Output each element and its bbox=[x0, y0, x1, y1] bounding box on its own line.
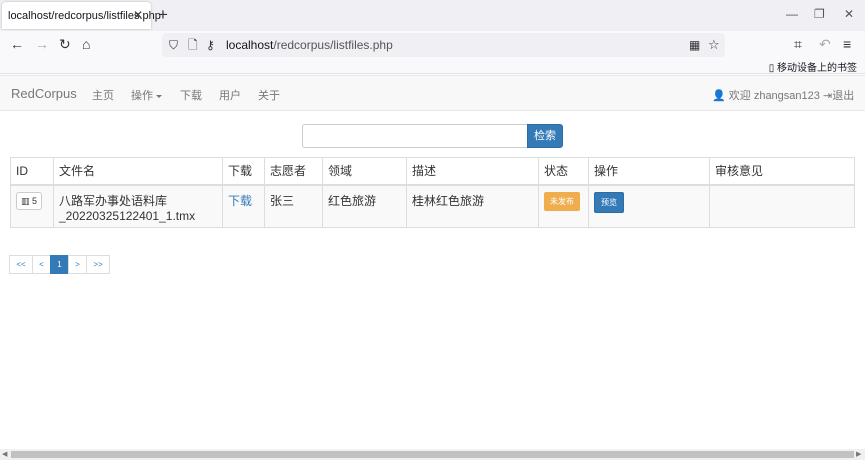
file-icon: ▥ bbox=[21, 195, 30, 206]
undo-icon[interactable]: ↶ bbox=[819, 35, 831, 53]
scrollbar-thumb[interactable] bbox=[11, 451, 854, 458]
search-button[interactable]: 检索 bbox=[527, 124, 563, 148]
site-navbar: RedCorpus 主页 操作 下载 用户 关于 👤 欢迎 zhangsan12… bbox=[0, 75, 865, 111]
preview-button[interactable]: 预览 bbox=[594, 191, 624, 213]
filename-line2: _20220325122401_1.tmx bbox=[59, 208, 196, 223]
crop-screenshot-icon[interactable]: ⌗ bbox=[794, 35, 802, 53]
restore-icon[interactable]: ❐ bbox=[814, 7, 825, 21]
page-prev[interactable]: < bbox=[32, 255, 51, 274]
url-text: localhost/redcorpus/listfiles.php bbox=[226, 38, 393, 52]
status-badge: 未发布 bbox=[544, 191, 580, 211]
scroll-right-arrow-icon[interactable]: ▶ bbox=[856, 449, 861, 460]
page-1[interactable]: 1 bbox=[50, 255, 69, 274]
browser-tab-bar: localhost/redcorpus/listfiles.php ✕ + — … bbox=[0, 0, 865, 31]
table-row: ▥ 5 八路军办事处语料库 _20220325122401_1.tmx 下载 张… bbox=[10, 184, 855, 228]
key-icon[interactable]: ⚷ bbox=[206, 36, 215, 54]
mobile-bookmarks[interactable]: ▯ 移动设备上的书签 bbox=[769, 59, 857, 74]
close-tab-icon[interactable]: ✕ bbox=[133, 8, 143, 22]
new-tab-plus-icon[interactable]: + bbox=[158, 5, 168, 25]
pagination: << < 1 > >> bbox=[9, 255, 110, 274]
scroll-left-arrow-icon[interactable]: ◀ bbox=[2, 449, 7, 460]
caret-down-icon bbox=[156, 94, 162, 98]
cell-description: 桂林红色旅游 bbox=[406, 184, 539, 228]
cell-status: 未发布 bbox=[538, 184, 589, 228]
header-status: 状态 bbox=[538, 157, 589, 186]
download-link[interactable]: 下载 bbox=[228, 194, 252, 208]
page-icon: 🗋 bbox=[188, 38, 198, 52]
nav-about[interactable]: 关于 bbox=[258, 87, 280, 103]
minimize-icon[interactable]: — bbox=[786, 7, 798, 21]
cell-download: 下载 bbox=[222, 184, 265, 228]
search-input[interactable] bbox=[302, 124, 528, 148]
page-last[interactable]: >> bbox=[86, 255, 110, 274]
header-id: ID bbox=[10, 157, 54, 186]
cell-domain: 红色旅游 bbox=[322, 184, 407, 228]
id-button[interactable]: ▥ 5 bbox=[16, 191, 43, 210]
browser-toolbar: ← → ↻ ⌂ ⛉ 🗋 ⚷ localhost/redcorpus/listfi… bbox=[0, 31, 865, 58]
cell-filename: 八路军办事处语料库 _20220325122401_1.tmx bbox=[53, 184, 223, 228]
cell-review bbox=[709, 184, 855, 228]
nav-operations-dropdown[interactable]: 操作 bbox=[131, 87, 162, 103]
cell-action: 预览 bbox=[588, 184, 710, 228]
horizontal-scrollbar[interactable]: ◀ ▶ bbox=[0, 449, 865, 460]
home-icon[interactable]: ⌂ bbox=[82, 35, 90, 53]
filename-line1: 八路军办事处语料库 bbox=[59, 193, 168, 208]
bookmarks-bar: ▯ 移动设备上的书签 bbox=[0, 58, 865, 74]
header-description: 描述 bbox=[406, 157, 539, 186]
shield-icon[interactable]: ⛉ bbox=[169, 36, 178, 54]
table-header-row: ID 文件名 下载 志愿者 领域 描述 状态 操作 审核意见 bbox=[10, 157, 855, 186]
nav-download[interactable]: 下载 bbox=[180, 87, 202, 103]
forward-arrow-icon[interactable]: → bbox=[35, 35, 49, 53]
welcome-user[interactable]: 👤 欢迎 zhangsan123 bbox=[712, 87, 820, 103]
header-review: 审核意见 bbox=[709, 157, 855, 186]
brand-logo[interactable]: RedCorpus bbox=[11, 86, 77, 101]
header-download: 下载 bbox=[222, 157, 265, 186]
nav-users[interactable]: 用户 bbox=[219, 87, 241, 103]
logout-icon: ⇥ bbox=[823, 90, 833, 102]
page-first[interactable]: << bbox=[9, 255, 33, 274]
file-table: ID 文件名 下载 志愿者 领域 描述 状态 操作 审核意见 ▥ 5 八路军办事… bbox=[10, 157, 855, 228]
menu-icon[interactable]: ≡ bbox=[843, 35, 851, 53]
cell-volunteer: 张三 bbox=[264, 184, 323, 228]
header-filename: 文件名 bbox=[53, 157, 223, 186]
header-domain: 领域 bbox=[322, 157, 407, 186]
bookmark-star-icon[interactable]: ☆ bbox=[708, 36, 720, 54]
nav-home[interactable]: 主页 bbox=[92, 87, 114, 103]
user-icon: 👤 bbox=[712, 90, 726, 102]
reload-icon[interactable]: ↻ bbox=[59, 35, 71, 53]
browser-tab[interactable]: localhost/redcorpus/listfiles.php ✕ bbox=[2, 2, 161, 29]
header-action: 操作 bbox=[588, 157, 710, 186]
back-arrow-icon[interactable]: ← bbox=[10, 35, 24, 53]
cell-id: ▥ 5 bbox=[10, 184, 54, 228]
logout-link[interactable]: ⇥退出 bbox=[823, 87, 854, 103]
close-window-icon[interactable]: ✕ bbox=[844, 7, 854, 21]
header-volunteer: 志愿者 bbox=[264, 157, 323, 186]
address-bar[interactable]: ⛉ 🗋 ⚷ localhost/redcorpus/listfiles.php … bbox=[162, 33, 725, 57]
qr-code-icon[interactable]: ▦ bbox=[689, 36, 700, 54]
page-next[interactable]: > bbox=[68, 255, 87, 274]
